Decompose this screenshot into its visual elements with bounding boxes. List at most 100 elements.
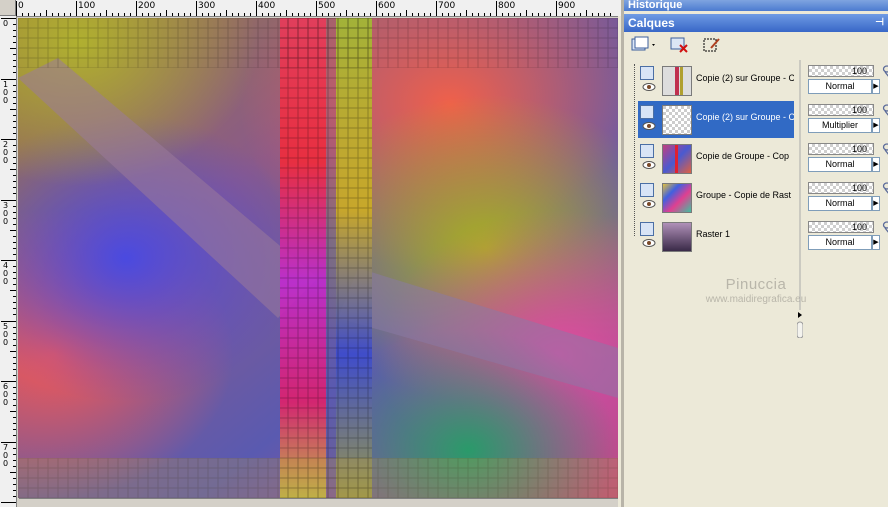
ruler-tick — [13, 187, 16, 189]
opacity-slider[interactable]: 100 — [808, 221, 874, 233]
ruler-tick — [550, 13, 551, 16]
ruler-tick — [460, 13, 461, 16]
blend-mode-select[interactable]: Multiplier — [808, 118, 872, 133]
ruler-label: 300 — [198, 1, 216, 11]
ruler-tick — [10, 471, 16, 473]
layer-row[interactable]: Groupe - Copie de Rast — [638, 179, 794, 216]
layer-thumbnail — [662, 144, 692, 174]
image-canvas[interactable] — [18, 18, 618, 498]
ruler-tick — [220, 13, 221, 16]
link-icon[interactable] — [882, 220, 888, 234]
ruler-tick — [10, 350, 16, 352]
ruler-tick — [13, 42, 16, 44]
edit-icon[interactable] — [702, 36, 722, 54]
ruler-tick — [610, 13, 611, 16]
ruler-tick — [76, 1, 77, 16]
ruler-tick — [46, 10, 47, 16]
ruler-tick — [13, 181, 16, 183]
tree-line — [634, 64, 636, 236]
chevron-right-icon[interactable]: ▶ — [872, 157, 880, 172]
ruler-tick — [13, 175, 16, 177]
ruler-tick — [100, 13, 101, 16]
ruler-tick — [172, 13, 173, 16]
ruler-tick — [82, 13, 83, 16]
opacity-slider[interactable]: 100 — [808, 182, 874, 194]
ruler-tick — [580, 13, 581, 16]
layer-row[interactable]: Copie (2) sur Groupe - C — [638, 62, 794, 99]
ruler-tick — [70, 13, 71, 16]
ruler-tick — [13, 30, 16, 32]
ruler-tick — [13, 338, 16, 340]
ruler-tick — [13, 483, 16, 485]
eye-icon[interactable] — [642, 160, 656, 170]
ruler-tick — [13, 157, 16, 159]
ruler-tick — [13, 36, 16, 38]
ruler-label: 500 — [318, 1, 336, 11]
opacity-slider[interactable]: 100 — [808, 143, 874, 155]
opacity-slider[interactable]: 100 — [808, 65, 874, 77]
ruler-tick — [118, 13, 119, 16]
ruler-tick — [10, 169, 16, 171]
link-icon[interactable] — [882, 181, 888, 195]
ruler-tick — [10, 108, 16, 110]
ruler-tick — [382, 13, 383, 16]
ruler-tick — [490, 13, 491, 16]
pin-icon[interactable]: ⊣ — [875, 14, 884, 32]
eye-icon[interactable] — [642, 199, 656, 209]
layer-row[interactable]: Copie (2) sur Groupe - C — [638, 101, 794, 138]
delete-layer-icon[interactable] — [670, 36, 690, 54]
eye-icon[interactable] — [642, 238, 656, 248]
opacity-slider[interactable]: 100 — [808, 104, 874, 116]
ruler-tick — [13, 235, 16, 237]
ruler-tick — [286, 10, 287, 16]
ruler-tick — [268, 13, 269, 16]
link-icon[interactable] — [882, 64, 888, 78]
layer-properties: 100 Normal ▶ — [808, 179, 888, 216]
link-icon[interactable] — [882, 103, 888, 117]
panel-splitter[interactable] — [796, 60, 804, 339]
link-icon[interactable] — [882, 142, 888, 156]
chevron-right-icon[interactable]: ▶ — [872, 196, 880, 211]
ruler-tick — [13, 465, 16, 467]
blend-mode-select[interactable]: Normal — [808, 196, 872, 211]
ruler-tick — [304, 13, 305, 16]
layer-type-icon — [640, 105, 654, 119]
blend-mode-select[interactable]: Normal — [808, 157, 872, 172]
ruler-tick — [478, 13, 479, 16]
chevron-right-icon[interactable]: ▶ — [872, 235, 880, 250]
ruler-tick — [526, 10, 527, 16]
chevron-right-icon[interactable]: ▶ — [872, 118, 880, 133]
layer-row[interactable]: Raster 1 — [638, 218, 794, 255]
ruler-tick — [442, 13, 443, 16]
history-titlebar[interactable]: Historique — [624, 0, 888, 11]
ruler-tick — [238, 13, 239, 16]
ruler-tick — [13, 374, 16, 376]
layer-row[interactable]: Copie de Groupe - Cop — [638, 140, 794, 177]
blend-mode-select[interactable]: Normal — [808, 235, 872, 250]
layer-thumbnail — [662, 222, 692, 252]
canvas-area[interactable]: 0 100 200 300 400 500 600 700 800 900 0 100 200 300 4… — [0, 0, 621, 507]
ruler-tick — [334, 13, 335, 16]
ruler-tick — [40, 13, 41, 16]
new-layer-icon[interactable] — [630, 36, 655, 54]
ruler-tick — [13, 423, 16, 425]
eye-icon[interactable] — [642, 82, 656, 92]
eye-icon[interactable] — [642, 121, 656, 131]
ruler-tick — [34, 13, 35, 16]
ruler-label: 200 — [138, 1, 156, 11]
ruler-tick — [454, 13, 455, 16]
chevron-right-icon[interactable]: ▶ — [872, 79, 880, 94]
layer-name: Copie (2) sur Groupe - C — [696, 112, 794, 122]
ruler-tick — [13, 266, 16, 268]
layer-name: Copie de Groupe - Cop — [696, 151, 790, 161]
ruler-tick — [13, 368, 16, 370]
ruler-tick — [274, 13, 275, 16]
ruler-tick — [352, 13, 353, 16]
ruler-tick — [106, 10, 107, 16]
ruler-label: 500 — [2, 321, 9, 347]
ruler-tick — [376, 1, 377, 16]
ruler-tick — [13, 102, 16, 104]
blend-mode-select[interactable]: Normal — [808, 79, 872, 94]
history-title: Historique — [628, 0, 683, 11]
layers-titlebar[interactable]: Calques ⊣ — [624, 14, 888, 32]
